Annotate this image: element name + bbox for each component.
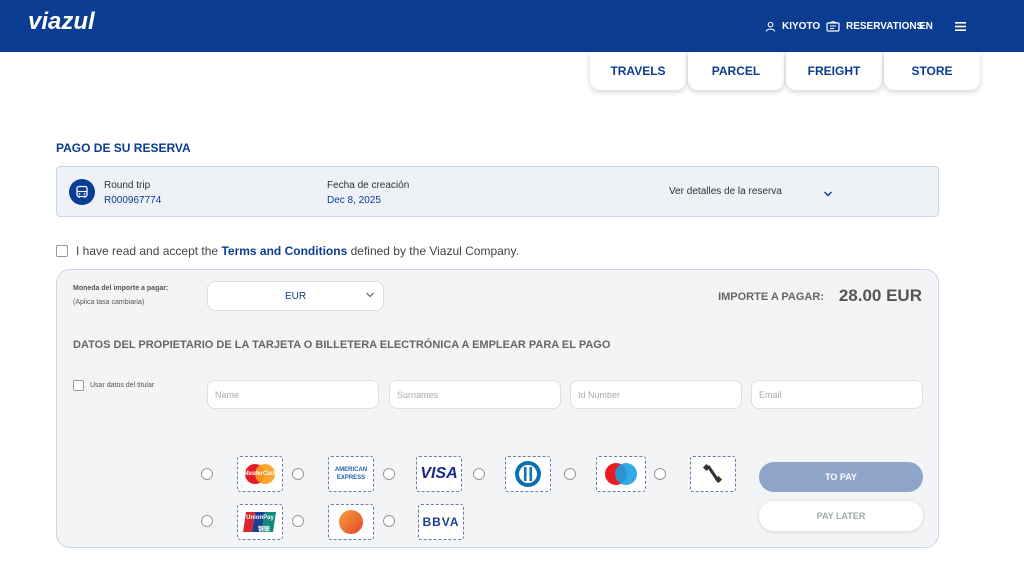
- top-bar: viazul KIYOTO RESERVATIONS EN: [0, 0, 1024, 52]
- unionpay-cn-label: 银联: [258, 527, 271, 533]
- use-holder-checkbox[interactable]: [73, 380, 84, 391]
- tab-parcel[interactable]: PARCEL: [688, 52, 784, 90]
- owner-section-title: DATOS DEL PROPIETARIO DE LA TARJETA O BI…: [73, 339, 611, 351]
- diners-option[interactable]: [505, 456, 551, 492]
- reservation-id: R000967774: [104, 195, 162, 206]
- tab-travels[interactable]: TRAVELS: [590, 52, 686, 90]
- radio-bbva[interactable]: [383, 515, 395, 527]
- terms-suffix: defined by the Viazul Company.: [350, 244, 519, 258]
- pay-button[interactable]: TO PAY: [759, 462, 923, 492]
- visa-label: VISA: [420, 465, 458, 482]
- amount-value: 28.00 EUR: [838, 286, 922, 305]
- viazul-logo[interactable]: viazul: [28, 8, 95, 36]
- radio-amex[interactable]: [292, 468, 304, 480]
- tab-store[interactable]: STORE: [884, 52, 980, 90]
- unionpay-label: UnionPay: [246, 515, 274, 521]
- radio-diners[interactable]: [473, 468, 485, 480]
- main-nav: TRAVELS PARCEL FREIGHT STORE: [590, 52, 982, 90]
- email-input[interactable]: Email: [751, 380, 923, 409]
- unionpay-option[interactable]: UnionPay 银联: [237, 504, 283, 540]
- radio-unionpay[interactable]: [201, 515, 213, 527]
- terms-row: I have read and accept the Terms and Con…: [56, 244, 519, 258]
- wallet-option[interactable]: [690, 456, 736, 492]
- diners-club-icon: [515, 461, 541, 487]
- mastercard-label: MasterCard: [243, 471, 277, 477]
- payment-panel: Moneda del importe a pagar: (Aplica tasa…: [56, 269, 939, 548]
- amex-option[interactable]: AMERICAN EXPRESS: [328, 456, 374, 492]
- currency-value: EUR: [284, 290, 307, 302]
- bus-icon: [69, 179, 95, 205]
- terms-checkbox[interactable]: [56, 245, 68, 257]
- hamburger-icon: [955, 21, 966, 31]
- location-link[interactable]: KIYOTO: [765, 0, 820, 52]
- radio-maestro[interactable]: [564, 468, 576, 480]
- reservation-details-link[interactable]: Ver detalles de la reserva: [669, 186, 782, 197]
- surnames-input[interactable]: Surnames: [389, 380, 561, 409]
- page-title: PAGO DE SU RESERVA: [56, 141, 191, 155]
- visa-option[interactable]: VISA: [416, 456, 462, 492]
- use-holder-row: Usar datos del titular: [73, 380, 154, 391]
- name-input[interactable]: Name: [207, 380, 379, 409]
- radio-visa[interactable]: [383, 468, 395, 480]
- reservations-link[interactable]: RESERVATIONS: [826, 0, 923, 52]
- currency-note: (Aplica tasa cambiaria): [73, 299, 145, 306]
- ticket-icon: [826, 20, 840, 32]
- bbva-option[interactable]: BBVA: [418, 504, 464, 540]
- id-number-input[interactable]: Id Number: [570, 380, 742, 409]
- language-selector[interactable]: EN: [919, 0, 933, 52]
- amount-label: IMPORTE A PAGAR:: [718, 291, 824, 303]
- user-icon: [765, 21, 776, 32]
- tab-freight[interactable]: FREIGHT: [786, 52, 882, 90]
- chevron-down-icon[interactable]: [823, 185, 833, 203]
- orange-wallet-option[interactable]: [328, 504, 374, 540]
- creation-date-label: Fecha de creación: [327, 180, 410, 191]
- reservations-label: RESERVATIONS: [846, 20, 924, 32]
- radio-orange-wallet[interactable]: [292, 515, 304, 527]
- wallet-brand-icon: [702, 463, 723, 484]
- location-label: KIYOTO: [782, 20, 821, 32]
- creation-date: Dec 8, 2025: [327, 195, 381, 206]
- maestro-icon: [605, 463, 637, 485]
- use-holder-label: Usar datos del titular: [90, 382, 155, 389]
- mastercard-option[interactable]: MasterCard: [237, 456, 283, 492]
- trip-type: Round trip: [104, 180, 151, 191]
- orange-circle-icon: [339, 510, 363, 534]
- chevron-down-icon: [366, 292, 374, 298]
- maestro-option[interactable]: [596, 456, 646, 492]
- reservation-summary: Round trip R000967774 Fecha de creación …: [56, 166, 939, 217]
- terms-prefix: I have read and accept the: [76, 244, 219, 258]
- radio-mastercard[interactable]: [201, 468, 213, 480]
- bbva-label: BBVA: [422, 515, 460, 529]
- amex-label-line2: EXPRESS: [336, 475, 366, 481]
- terms-link[interactable]: Terms and Conditions: [221, 244, 347, 258]
- currency-label: Moneda del importe a pagar:: [73, 285, 169, 292]
- currency-select[interactable]: EUR: [207, 281, 384, 311]
- menu-button[interactable]: [955, 0, 972, 52]
- radio-wallet[interactable]: [654, 468, 666, 480]
- pay-later-button[interactable]: PAY LATER: [759, 501, 923, 531]
- amex-label-line1: AMERICAN: [334, 467, 368, 473]
